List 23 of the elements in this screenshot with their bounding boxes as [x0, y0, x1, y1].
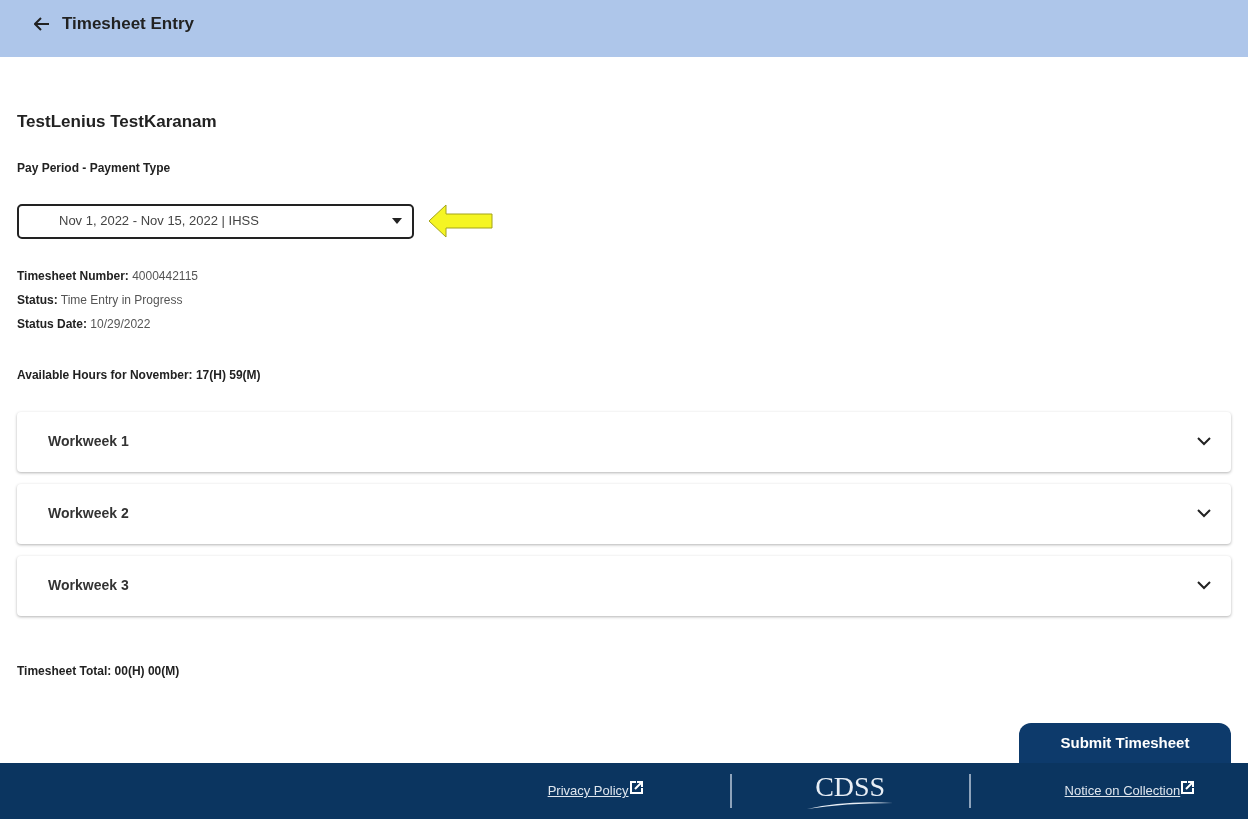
chevron-icon: [1197, 437, 1211, 446]
detail-line: Status Date: 10/29/2022: [17, 315, 151, 333]
arrow-icon: [428, 204, 494, 238]
timesheet-total: Timesheet Total: 00(H) 00(M): [17, 662, 180, 680]
page-title: Timesheet Entry: [62, 14, 194, 34]
external-link-icon: [1181, 780, 1195, 794]
detail-line: Status: Time Entry in Progress: [17, 291, 183, 309]
detail-line: Timesheet Number: 4000442115: [17, 267, 198, 285]
submit-timesheet-button[interactable]: Submit Timesheet: [1019, 723, 1231, 763]
workweek-accordion[interactable]: Workweek 1: [17, 411, 1231, 472]
field-label: Pay Period - Payment Type: [17, 159, 171, 177]
caret-icon: [392, 218, 402, 224]
chevron-icon: [1197, 581, 1211, 590]
cdss-logo-text: CDSS: [815, 773, 886, 801]
footer-link[interactable]: Notice on Collection: [1064, 781, 1181, 801]
workweek-accordion[interactable]: Workweek 3: [17, 555, 1231, 616]
available-hours: Available Hours for November: 17(H) 59(M): [17, 366, 261, 384]
external-link-icon: [629, 780, 643, 794]
chevron-icon: [1197, 509, 1211, 518]
pay-period-dropdown[interactable]: Nov 1, 2022 - Nov 15, 2022 | IHSS: [17, 203, 414, 239]
footer-link[interactable]: Privacy Policy: [547, 781, 629, 801]
workweek-accordion[interactable]: Workweek 2: [17, 483, 1231, 544]
provider-name: TestLenius TestKaranam: [17, 111, 217, 133]
